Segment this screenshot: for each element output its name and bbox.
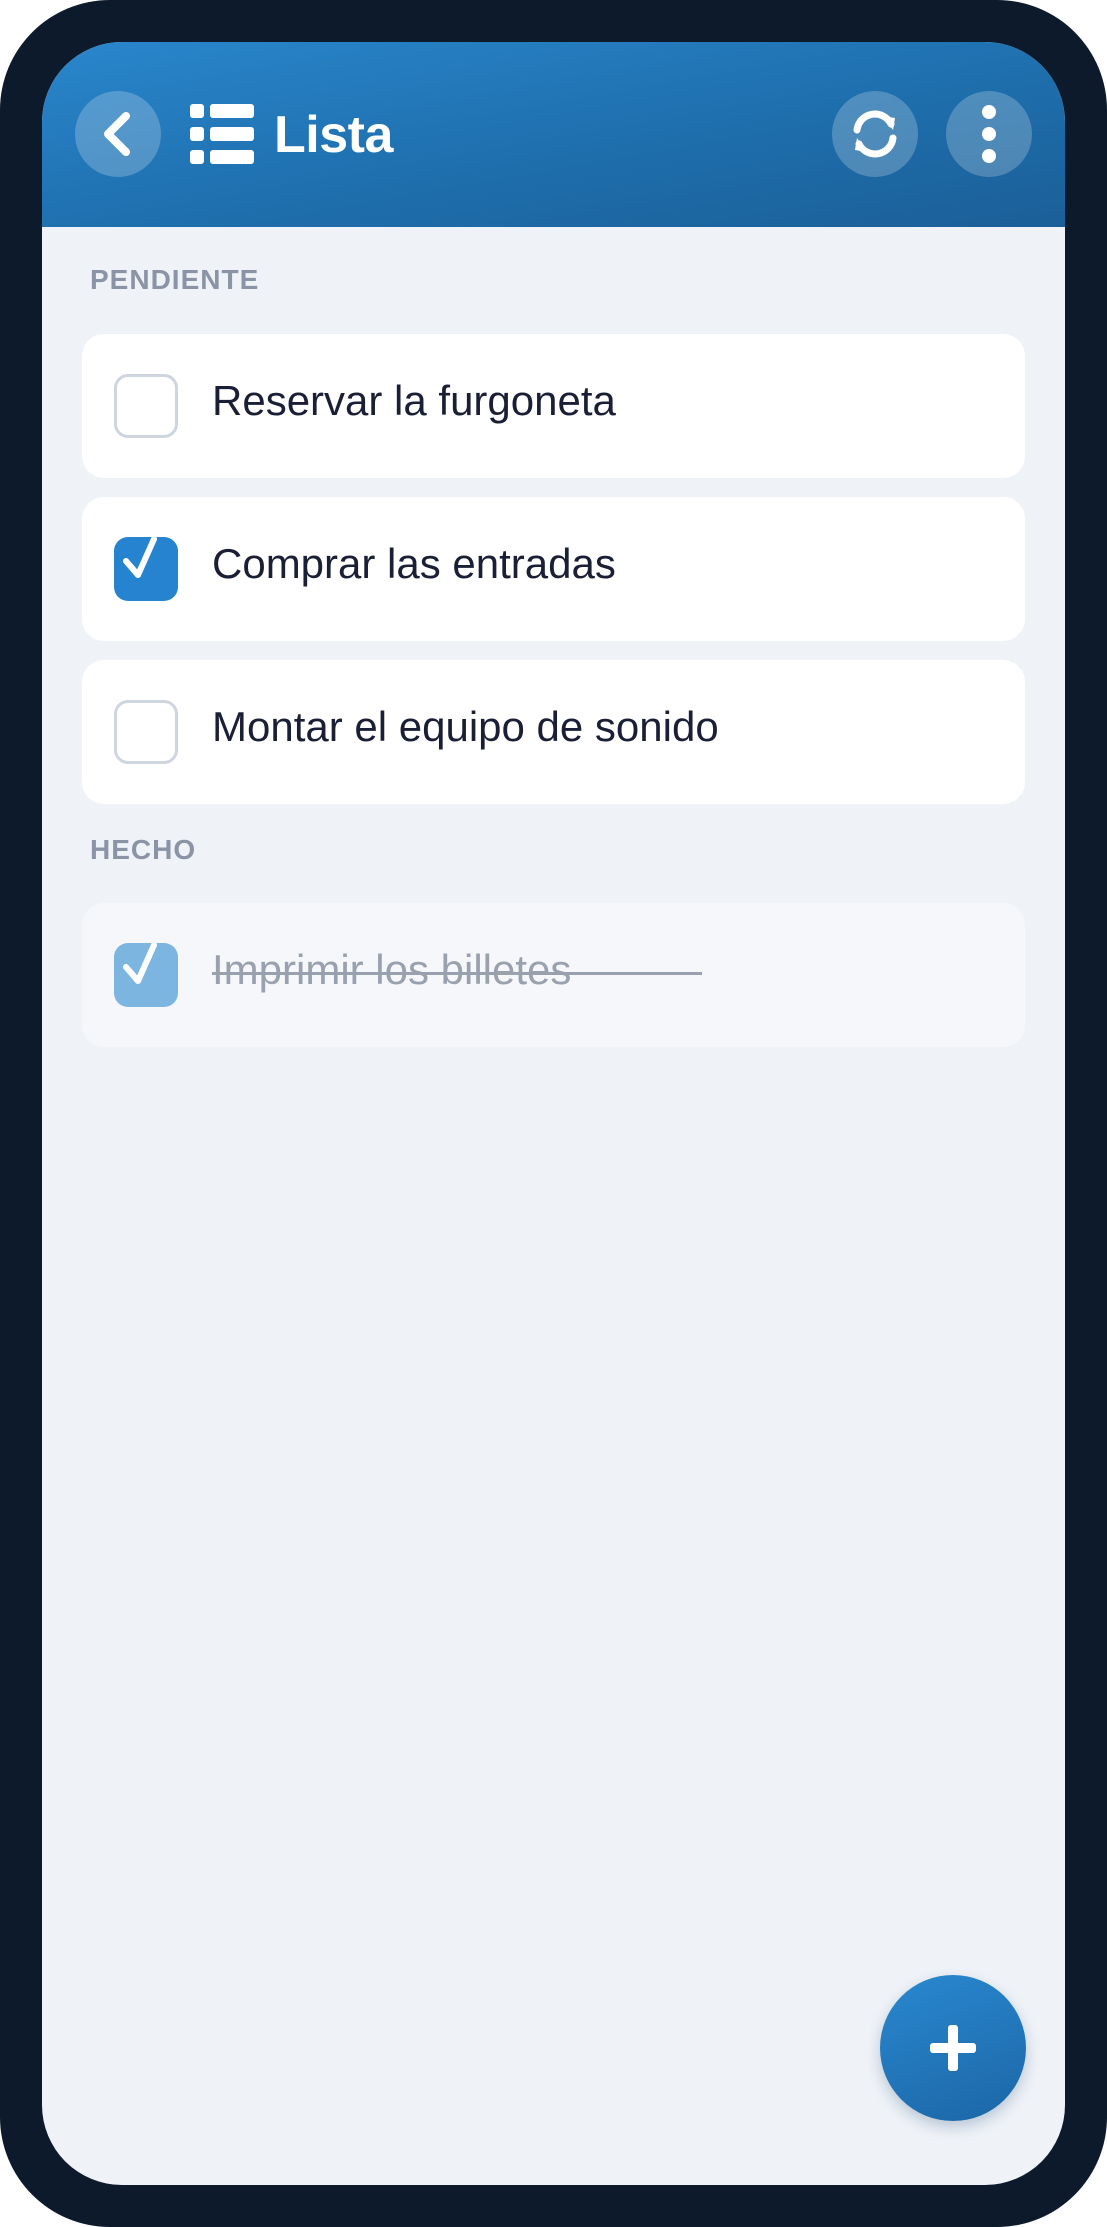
task-checkbox[interactable]: [114, 537, 178, 601]
task-checkbox[interactable]: [114, 374, 178, 438]
checkmark-icon: [123, 537, 157, 578]
section-label-pending: PENDIENTE: [90, 264, 260, 295]
task-item[interactable]: Comprar las entradas: [82, 497, 1025, 641]
task-item[interactable]: Reservar la furgoneta: [82, 334, 1025, 478]
device-frame: Lista PENDIENTE Reservar la furgoneta Co…: [0, 0, 1107, 2227]
section-label-done: HECHO: [90, 834, 197, 865]
chevron-left-icon: [104, 112, 130, 156]
sync-icon: [853, 110, 897, 158]
task-label: Montar el equipo de sonido: [212, 703, 719, 750]
task-label: Imprimir los billetes: [212, 946, 572, 993]
back-button[interactable]: [75, 91, 161, 177]
task-item-done[interactable]: Imprimir los billetes: [82, 903, 1025, 1047]
sync-button[interactable]: [832, 91, 918, 177]
task-item[interactable]: Montar el equipo de sonido: [82, 660, 1025, 804]
list-icon: [190, 104, 254, 164]
app-screen: Lista PENDIENTE Reservar la furgoneta Co…: [42, 42, 1065, 2185]
task-label: Comprar las entradas: [212, 540, 616, 587]
checkmark-icon: [123, 943, 157, 984]
task-checkbox[interactable]: [114, 943, 178, 1007]
more-options-button[interactable]: [946, 91, 1032, 177]
plus-icon: [930, 2025, 976, 2071]
more-vertical-icon: [982, 105, 996, 163]
add-task-button[interactable]: [880, 1975, 1026, 2121]
task-checkbox[interactable]: [114, 700, 178, 764]
task-label: Reservar la furgoneta: [212, 377, 616, 424]
page-title: Lista: [274, 106, 393, 164]
app-bar: Lista: [42, 42, 1065, 227]
strikethrough-line: [212, 972, 702, 975]
